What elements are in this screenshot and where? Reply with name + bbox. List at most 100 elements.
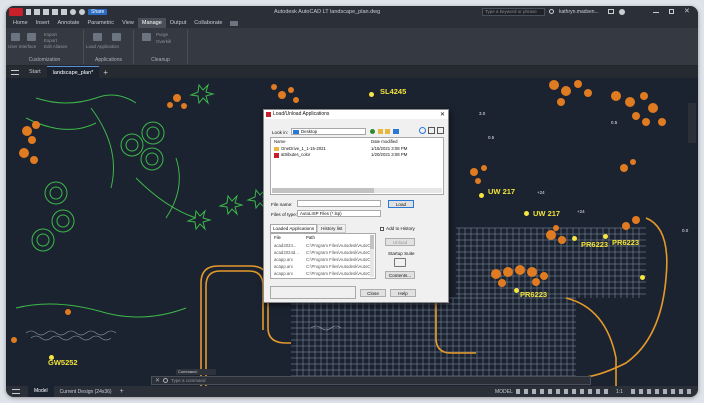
- run-script-icon[interactable]: [112, 33, 121, 41]
- tab-model[interactable]: Model: [28, 386, 54, 397]
- user-interface-icon[interactable]: [11, 33, 20, 41]
- loaded-file[interactable]: acad2024...: [274, 243, 296, 248]
- loaded-file[interactable]: acapp.arx: [274, 271, 293, 276]
- column-header-date[interactable]: Date modified: [371, 139, 398, 144]
- status-toggle-icons[interactable]: [516, 389, 611, 394]
- ribbon-button-label[interactable]: User Interface: [8, 44, 36, 49]
- label-pr6223-b[interactable]: PR6223: [612, 238, 639, 247]
- new-tab-icon[interactable]: +: [103, 68, 108, 77]
- app-logo-icon[interactable]: [9, 8, 23, 16]
- survey-point[interactable]: [603, 234, 608, 239]
- file-row-name[interactable]: OneDrive_1_1-15-2021: [281, 146, 326, 151]
- saveas-icon[interactable]: [52, 9, 58, 15]
- survey-point[interactable]: [572, 236, 577, 241]
- close-icon[interactable]: ✕: [684, 8, 690, 15]
- menu-icon[interactable]: [11, 69, 19, 75]
- add-history-checkbox[interactable]: [380, 227, 384, 231]
- tab-history-list[interactable]: History list: [317, 224, 347, 233]
- label-pr6223-a[interactable]: PR6223: [581, 240, 608, 249]
- new-folder-icon[interactable]: [385, 129, 390, 134]
- files-of-type-select[interactable]: AutoLISP Files (*.lsp): [297, 210, 381, 217]
- load-application-icon[interactable]: [93, 33, 102, 41]
- loaded-file[interactable]: acapp.arx: [274, 264, 293, 269]
- tab-home[interactable]: Home: [9, 18, 32, 28]
- view-menu-icon[interactable]: [393, 129, 399, 134]
- cart-icon[interactable]: [608, 9, 614, 14]
- vertical-scrollbar[interactable]: [370, 235, 374, 277]
- find-icon[interactable]: [419, 127, 426, 134]
- redo-icon[interactable]: [79, 9, 85, 15]
- ribbon-button-label[interactable]: Edit Aliases: [44, 44, 67, 49]
- tab-loaded-applications[interactable]: Loaded Applications: [270, 224, 318, 233]
- tool-palettes-icon[interactable]: [27, 33, 36, 41]
- loaded-applications-list[interactable]: File Path acad2024... C:\Program Files\A…: [270, 233, 376, 279]
- tools-icon[interactable]: [437, 127, 444, 134]
- undo-icon[interactable]: [70, 9, 76, 15]
- tab-layout[interactable]: Current Design (24x36): [54, 389, 118, 395]
- close-button[interactable]: Close: [360, 289, 386, 297]
- minimize-icon[interactable]: [653, 12, 659, 13]
- contents-button[interactable]: Contents...: [385, 271, 415, 279]
- tab-view[interactable]: View: [118, 18, 138, 28]
- share-button[interactable]: Share: [88, 9, 108, 15]
- save-icon[interactable]: [43, 9, 49, 15]
- label-pr6223-c[interactable]: PR6223: [520, 290, 547, 299]
- ribbon-options-icon[interactable]: [230, 20, 239, 26]
- help-icon[interactable]: [619, 9, 625, 15]
- dialog-close-icon[interactable]: ✕: [440, 111, 445, 118]
- open-icon[interactable]: [34, 9, 40, 15]
- command-search-icon[interactable]: [163, 378, 169, 383]
- ribbon-button-label[interactable]: Import: [44, 32, 57, 37]
- ribbon-button-label[interactable]: Export: [44, 38, 57, 43]
- annotation-scale[interactable]: 1:1: [616, 389, 623, 395]
- maximize-icon[interactable]: [669, 9, 674, 14]
- plot-icon[interactable]: [61, 9, 67, 15]
- survey-point[interactable]: [514, 288, 519, 293]
- loaded-file[interactable]: acad2024d...: [274, 250, 299, 255]
- model-space-indicator[interactable]: MODEL: [495, 389, 513, 395]
- file-name-input[interactable]: [297, 200, 381, 207]
- search-icon[interactable]: [549, 9, 554, 14]
- help-button[interactable]: Help: [390, 289, 416, 297]
- label-uw217-b[interactable]: UW 217: [533, 209, 560, 218]
- tab-collaborate[interactable]: Collaborate: [190, 18, 226, 28]
- horizontal-scrollbar[interactable]: [272, 188, 442, 193]
- tab-landscape-plan[interactable]: landscape_plan*: [46, 66, 100, 78]
- tab-annotate[interactable]: Annotate: [53, 18, 83, 28]
- search-input[interactable]: Type a keyword or phrase: [482, 8, 545, 16]
- tab-insert[interactable]: Insert: [32, 18, 54, 28]
- label-sl4245[interactable]: SL4245: [380, 87, 406, 96]
- label-uw217-a[interactable]: UW 217: [488, 187, 515, 196]
- survey-point[interactable]: [640, 275, 645, 280]
- ribbon-button-label[interactable]: Load Application: [86, 44, 119, 49]
- layout-menu-icon[interactable]: [12, 389, 20, 394]
- add-layout-icon[interactable]: +: [120, 388, 124, 395]
- locate-icon[interactable]: [428, 127, 435, 134]
- command-input[interactable]: Type a command: [171, 378, 206, 383]
- survey-point[interactable]: [479, 193, 484, 198]
- ribbon-button-label[interactable]: Overkill: [156, 39, 171, 44]
- load-button[interactable]: Load: [388, 200, 414, 208]
- ribbon-button-label[interactable]: Purge: [156, 32, 168, 37]
- survey-point[interactable]: [524, 211, 529, 216]
- tab-output[interactable]: Output: [166, 18, 191, 28]
- unload-button[interactable]: Unload: [385, 238, 415, 246]
- command-close-icon[interactable]: ✕: [155, 377, 160, 384]
- label-gw5252[interactable]: GW5252: [48, 358, 78, 367]
- survey-point[interactable]: [369, 92, 374, 97]
- user-account[interactable]: kathryn.madsen...: [559, 9, 599, 15]
- file-row-name[interactable]: attributes_color: [281, 152, 310, 157]
- status-tools-icons[interactable]: [631, 389, 691, 394]
- look-in-select[interactable]: Desktop: [291, 128, 366, 135]
- viewport-controls[interactable]: [688, 103, 696, 143]
- back-icon[interactable]: [370, 129, 375, 134]
- new-icon[interactable]: [26, 9, 31, 15]
- tab-start[interactable]: Start: [23, 66, 47, 78]
- tab-manage[interactable]: Manage: [137, 18, 166, 28]
- up-folder-icon[interactable]: [378, 129, 383, 134]
- loaded-file[interactable]: acapp.arx: [274, 257, 293, 262]
- tab-parametric[interactable]: Parametric: [83, 18, 118, 28]
- purge-icon[interactable]: [142, 33, 151, 41]
- file-browser[interactable]: Name Date modified OneDrive_1_1-15-2021 …: [270, 137, 444, 195]
- column-header-name[interactable]: Name: [274, 139, 285, 144]
